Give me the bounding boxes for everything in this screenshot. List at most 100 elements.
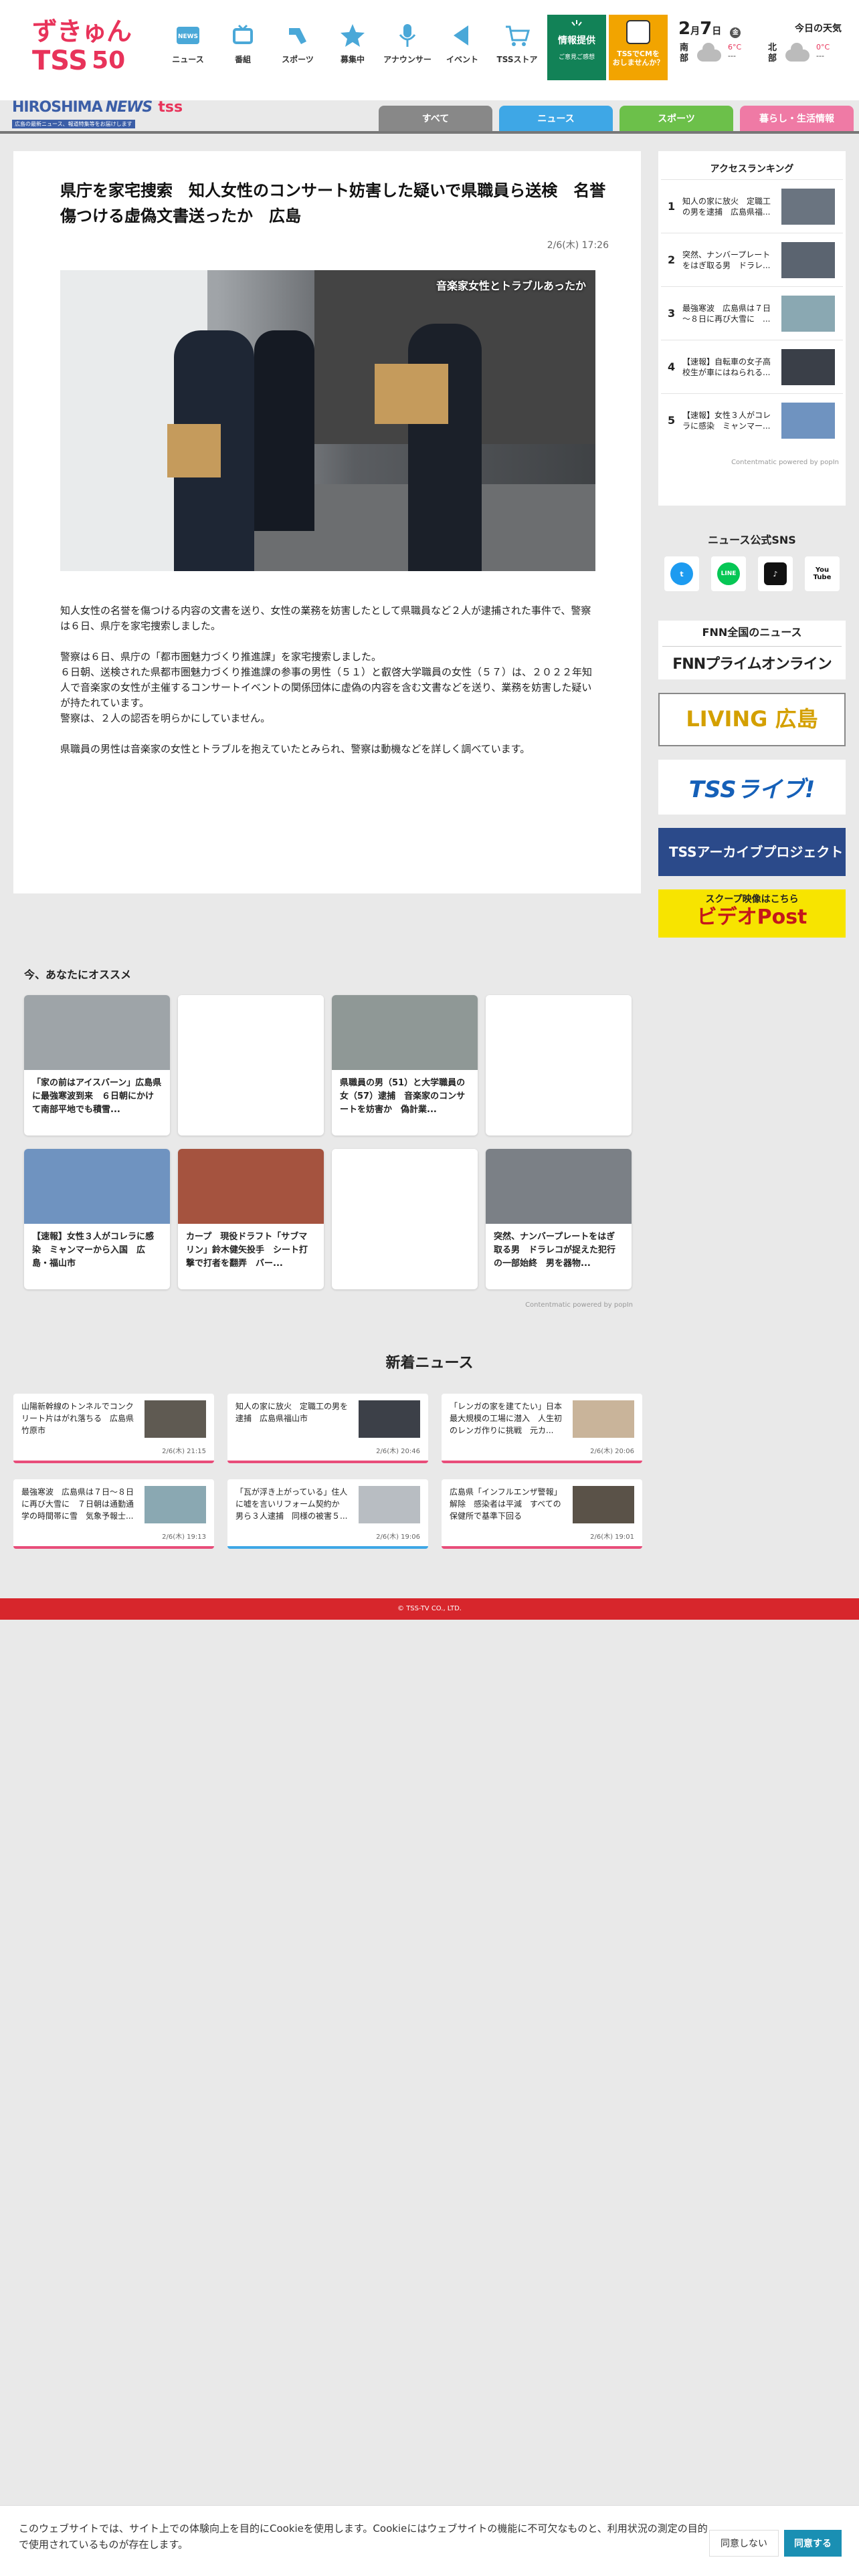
- hiroshima-news-logo[interactable]: HIROSHIMA NEWS tss 広島の最新ニュース、報道特集等をお届けしま…: [12, 99, 186, 128]
- recommend-card[interactable]: カープ 現役ドラフト「サブマリン」鈴木健矢投手 シート打撃で打者を翻弄 バー..…: [178, 1149, 324, 1289]
- news-thumbnail: [573, 1400, 634, 1438]
- news-thumbnail: [145, 1400, 206, 1438]
- twitter-icon: t: [670, 562, 693, 585]
- tss-live-banner[interactable]: TSSライブ!: [658, 760, 846, 815]
- tss-cm-banner[interactable]: TSSでCMを おしませんか？: [609, 15, 668, 80]
- news-thumbnail: [573, 1486, 634, 1523]
- article-paragraph: 知人女性の名誉を傷つける内容の文書を送り、女性の業務を妨害したとして県職員など２…: [60, 605, 591, 632]
- new-news-grid: 山陽新幹線のトンネルでコンクリート片はがれ落ちる 広島県竹原市 2/6(木) 21…: [13, 1394, 642, 1549]
- living-banner[interactable]: LIVING 広島: [658, 693, 846, 746]
- nav-event[interactable]: イベント: [435, 21, 490, 65]
- tiktok-icon: ♪: [764, 562, 787, 585]
- recommend-title: 今、あなたにオススメ: [24, 968, 132, 981]
- new-news-item[interactable]: 広島県「インフルエンザ警報」解除 感染者は平減 すべての保健所で基準下回る 2/6…: [442, 1479, 642, 1549]
- weather-widget[interactable]: 2月7日 金 今日の天気 南部 6°C --- 北部 0°C ---: [674, 16, 856, 80]
- ranking-thumbnail: [781, 295, 835, 332]
- recommend-card[interactable]: 【速報】女性３人がコレラに感染 ミャンマーから入国 広島・福山市: [24, 1149, 170, 1289]
- tab-lifestyle[interactable]: 暮らし・生活情報: [740, 106, 854, 131]
- recommend-grid: 「家の前はアイスバーン」広島県に最強寒波到来 ６日朝にかけて南部平地でも積雪..…: [24, 995, 633, 1289]
- weather-area-south: 南部 6°C ---: [680, 43, 763, 66]
- character-icon: [626, 20, 650, 44]
- recommend-thumbnail: [486, 1149, 632, 1224]
- tab-sports[interactable]: スポーツ: [619, 106, 733, 131]
- nav-store[interactable]: TSSストア: [490, 21, 545, 65]
- nav-recruiting[interactable]: 募集中: [325, 21, 380, 65]
- ranking-item[interactable]: 3 最強寒波 広島県は７日～８日に再び大雪に ...: [661, 286, 843, 340]
- site-logo[interactable]: ずきゅん TSS 50: [32, 16, 146, 80]
- nav-announcer[interactable]: アナウンサー: [380, 21, 435, 65]
- recommend-card[interactable]: 県職員の男（51）と大学職員の女（57）逮捕 音楽家のコンサートを妨害か 偽計業…: [332, 995, 478, 1136]
- news-thumbnail: [359, 1400, 420, 1438]
- announcer-icon: [399, 24, 416, 47]
- cookie-banner: このウェブサイトでは、サイト上での体験向上を目的にCookieを使用します。Co…: [0, 2505, 859, 2576]
- new-news-item[interactable]: 最強寒波 広島県は７日～８日に再び大雪に ７日朝は通勤通学の時間帯に雪 気象予報…: [13, 1479, 214, 1549]
- cart-icon: [506, 25, 530, 46]
- cookie-decline-button[interactable]: 同意しない: [709, 2530, 779, 2557]
- news-thumbnail: [359, 1486, 420, 1523]
- cookie-accept-button[interactable]: 同意する: [784, 2530, 842, 2557]
- nav-sports[interactable]: スポーツ: [270, 21, 325, 65]
- line-icon: LINE: [717, 562, 740, 585]
- nav-news[interactable]: NEWS ニュース: [161, 21, 215, 65]
- recommend-thumbnail: [178, 1149, 324, 1224]
- cloud-icon: [784, 43, 812, 66]
- star-icon: [341, 24, 365, 47]
- tiktok-link[interactable]: ♪: [758, 556, 793, 591]
- recommend-thumbnail: [24, 995, 170, 1070]
- new-news-item[interactable]: 山陽新幹線のトンネルでコンクリート片はがれ落ちる 広島県竹原市 2/6(木) 21…: [13, 1394, 214, 1463]
- article-paragraph: 警察は６日、県庁の「都市圏魅力づくり推進課」を家宅捜索しました。 ６日朝、送検さ…: [60, 651, 593, 724]
- sports-icon: [289, 28, 306, 44]
- svg-text:NEWS: NEWS: [178, 33, 198, 40]
- news-icon: NEWS: [177, 27, 199, 44]
- rays-icon: [571, 20, 582, 26]
- new-news-item[interactable]: 「瓦が浮き上がっている」住人に嘘を言いリフォーム契約か 男ら３人逮捕 同様の被害…: [227, 1479, 428, 1549]
- article: 県庁を家宅捜索 知人女性のコンサート妨害した疑いで県職員ら送検 名誉傷つける虚偽…: [13, 151, 641, 893]
- new-news-item[interactable]: 「レンガの家を建てたい」日本最大規模の工場に潜入 人生初のレンガ作りに挑戦 元カ…: [442, 1394, 642, 1463]
- tab-all[interactable]: すべて: [379, 106, 492, 131]
- recommend-thumbnail: [24, 1149, 170, 1224]
- recommend-powered-by: Contentmatic powered by popIn: [525, 1301, 633, 1309]
- article-body: 知人女性の名誉を傷つける内容の文書を送り、女性の業務を妨害したとして県職員など２…: [60, 603, 595, 772]
- recommend-card[interactable]: [178, 995, 324, 1136]
- recommend-card[interactable]: [332, 1149, 478, 1289]
- recommend-thumbnail: [486, 995, 632, 1070]
- twitter-link[interactable]: t: [664, 556, 699, 591]
- line-link[interactable]: LINE: [711, 556, 746, 591]
- article-paragraph: 県職員の男性は音楽家の女性とトラブルを抱えていたとみられ、警察は動機などを詳しく…: [60, 743, 531, 755]
- article-image: 音楽家女性とトラブルあったか: [60, 270, 595, 571]
- image-caption: 音楽家女性とトラブルあったか: [436, 280, 586, 292]
- youtube-link[interactable]: You Tube: [805, 556, 840, 591]
- cookie-message: このウェブサイトでは、サイト上での体験向上を目的にCookieを使用します。Co…: [19, 2523, 708, 2551]
- nav-programs[interactable]: 番組: [215, 21, 270, 65]
- ranking-thumbnail: [781, 402, 835, 439]
- logo-anniversary: 50: [92, 47, 126, 74]
- ranking-title: アクセスランキング: [710, 164, 794, 175]
- ranking-item[interactable]: 2 突然、ナンバープレートをはぎ取る男 ドラレ...: [661, 233, 843, 286]
- cloud-icon: [696, 43, 724, 66]
- ranking-item[interactable]: 4 【速報】自転車の女子高校生が車にはねられる...: [661, 340, 843, 393]
- weather-date: 2月7日 金: [678, 19, 741, 39]
- ranking-item[interactable]: 5 【速報】女性３人がコレラに感染 ミャンマー...: [661, 393, 843, 447]
- sns-title: ニュース公式SNS: [708, 534, 796, 546]
- tv-icon: [233, 24, 253, 44]
- ranking-thumbnail: [781, 348, 835, 385]
- new-news-item[interactable]: 知人の家に放火 定職工の男を逮捕 広島県福山市 2/6(木) 20:46: [227, 1394, 428, 1463]
- info-submit-button[interactable]: 情報提供 ご意見ご感想: [547, 15, 606, 80]
- recommend-card[interactable]: [486, 995, 632, 1136]
- logo-zukyun-text: ずきゅん: [32, 17, 132, 46]
- archive-banner[interactable]: TSSアーカイブプロジェクト: [658, 828, 846, 876]
- site-header: ずきゅん TSS 50 NEWS ニュース 番組 スポーツ 募集中 アナウンサー: [0, 0, 859, 131]
- access-ranking: アクセスランキング 1 知人の家に放火 定職工の男を逮捕 広島県福... 2 突然、…: [658, 151, 846, 506]
- article-title: 県庁を家宅捜索 知人女性のコンサート妨害した疑いで県職員ら送検 名誉傷つける虚偽…: [60, 181, 606, 225]
- recommend-card[interactable]: 「家の前はアイスバーン」広島県に最強寒波到来 ６日朝にかけて南部平地でも積雪..…: [24, 995, 170, 1136]
- tab-news[interactable]: ニュース: [499, 106, 613, 131]
- weather-area-north: 北部 0°C ---: [768, 43, 851, 66]
- ranking-item[interactable]: 1 知人の家に放火 定職工の男を逮捕 広島県福...: [661, 179, 843, 233]
- main-nav: NEWS ニュース 番組 スポーツ 募集中 アナウンサー イベント TSSストア: [161, 21, 545, 65]
- new-news-title: 新着ニュース: [385, 1355, 474, 1372]
- copyright: © TSS-TV CO., LTD.: [397, 1605, 462, 1612]
- videopost-banner[interactable]: スクープ映像はこちら ビデオPost: [658, 889, 846, 938]
- recommend-card[interactable]: 突然、ナンバープレートをはぎ取る男 ドラレコが捉えた犯行の一部始終 男を器物..…: [486, 1149, 632, 1289]
- fnn-banner[interactable]: FNN全国のニュース FNNプライムオンライン: [658, 621, 846, 679]
- category-tabs: すべて ニュース スポーツ 暮らし・生活情報: [379, 106, 854, 131]
